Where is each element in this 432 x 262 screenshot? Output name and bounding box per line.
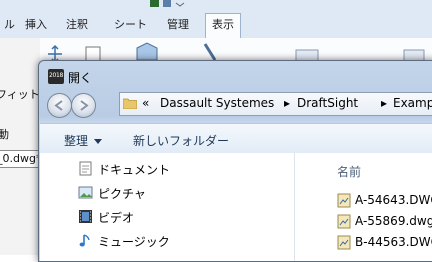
breadcrumb-separator-2[interactable]: ▸ (381, 96, 387, 110)
tab-view[interactable]: 表示 (205, 13, 241, 39)
file-name: A-54643.DWG (355, 193, 432, 207)
open-dialog: 2018 開く « Dassault Systemes ▸ DraftSight… (38, 60, 432, 262)
address-bar[interactable]: « Dassault Systemes ▸ DraftSight ▸ Examp… (119, 92, 432, 116)
videos-icon (79, 210, 92, 223)
forward-arrow-icon (80, 100, 89, 111)
column-header-name[interactable]: 名前 (337, 163, 361, 180)
file-list-pane: 名前 A-54643.DWG A-55869.dwg B-44563.DWG (295, 153, 432, 261)
nav-item-label: ミュージック (98, 235, 170, 249)
documents-icon (79, 161, 92, 176)
dialog-title: 開く (68, 71, 93, 85)
folder-icon (123, 98, 137, 109)
dialog-content: ドキュメント ピクチャ ビデオ ミュージック 名前 A-54643.DWG A-… (40, 153, 432, 261)
breadcrumb-examples[interactable]: Example (393, 96, 432, 110)
cube-icon[interactable] (136, 42, 158, 61)
file-field[interactable]: _0.dwg* (0, 150, 42, 168)
tab-insert[interactable]: 挿入 (19, 14, 53, 36)
nav-item-label: ピクチャ (98, 187, 146, 201)
tab-partial[interactable]: ル (0, 14, 21, 36)
save-icon (163, 0, 171, 7)
music-icon (79, 234, 90, 247)
tab-sheet[interactable]: シート (108, 14, 153, 36)
draftsight-app-icon: 2018 (48, 69, 64, 84)
breadcrumb-dassault[interactable]: Dassault Systemes (160, 96, 274, 110)
new-folder-button[interactable]: 新しいフォルダー (133, 132, 229, 149)
dwg-file-icon (337, 214, 351, 229)
pictures-icon (78, 186, 93, 199)
green-icon (150, 0, 159, 7)
navigation-pane: ドキュメント ピクチャ ビデオ ミュージック (40, 153, 295, 261)
dialog-toolbar: 整理 新しいフォルダー (40, 123, 432, 154)
left-panel: フィット 動 (0, 38, 40, 255)
breadcrumb-draftsight[interactable]: DraftSight (297, 96, 358, 110)
motion-label: 動 (0, 128, 9, 141)
nav-arrows (47, 92, 103, 118)
tool-icon[interactable] (203, 43, 217, 61)
back-arrow-icon (54, 100, 63, 111)
chevron-down-icon (94, 139, 103, 144)
app-icon-text: 2018 (49, 72, 64, 79)
file-name: A-55869.dwg (355, 214, 432, 228)
dwg-file-icon (337, 193, 351, 208)
back-button[interactable] (47, 93, 72, 118)
forward-button[interactable] (71, 93, 96, 118)
ribbon-tab-bar: ル 挿入 注釈 シート 管理 表示 (0, 12, 432, 39)
dwg-file-icon (337, 235, 351, 250)
nav-item-label: ビデオ (98, 211, 135, 225)
organize-label: 整理 (64, 134, 89, 148)
file-field-text: _0.dwg* (0, 152, 42, 165)
breadcrumb-separator[interactable]: ▸ (284, 96, 290, 110)
file-name: B-44563.DWG (355, 235, 432, 249)
fit-label: フィット (0, 88, 40, 101)
breadcrumb-overflow[interactable]: « (142, 96, 149, 110)
tab-annotate[interactable]: 注釈 (60, 14, 94, 36)
tab-manage[interactable]: 管理 (161, 14, 195, 36)
nav-item-label: ドキュメント (98, 163, 171, 177)
dropdown-icon (175, 2, 185, 7)
organize-button[interactable]: 整理 (64, 132, 103, 149)
